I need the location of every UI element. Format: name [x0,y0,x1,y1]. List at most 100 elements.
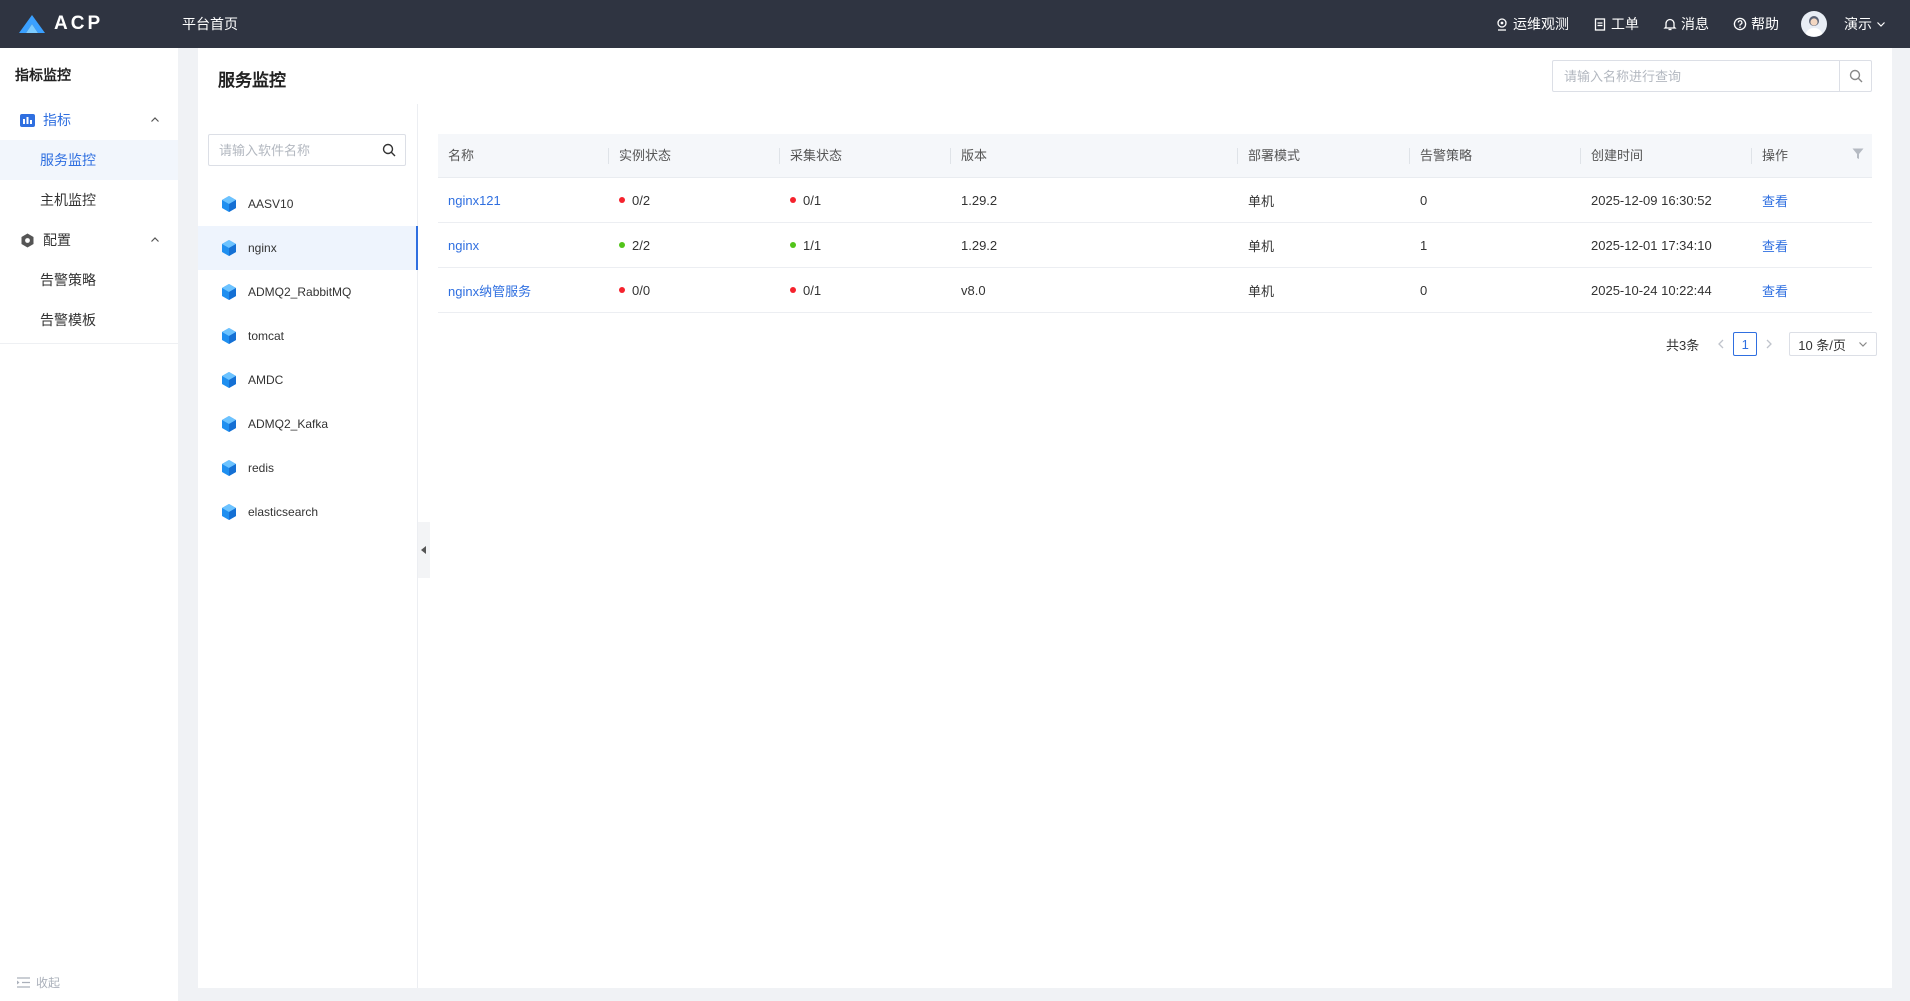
column-header-actions: 操作 [1752,134,1872,178]
column-header-created-time: 创建时间 [1581,134,1752,178]
page-title: 服务监控 [218,71,286,90]
sidebar-divider [0,343,178,344]
software-search-input[interactable] [209,142,373,158]
alert-policy-cell: 0 [1420,192,1428,208]
table-row: nginx121 0/2 0/1 1.29.2 单机 0 2025-12-09 … [438,178,1872,223]
alert-policy-cell: 1 [1420,237,1428,253]
user-menu[interactable]: 演示 [1844,14,1886,34]
deploy-mode-cell: 单机 [1248,193,1275,209]
page-size-label: 10 条/页 [1798,337,1846,353]
created-time-cell: 2025-12-01 17:34:10 [1591,237,1712,253]
sidebar-item-host-monitor[interactable]: 主机监控 [0,180,178,220]
logo[interactable]: ACP [18,13,148,35]
status-dot-red [790,287,796,293]
sidebar-item-service-monitor[interactable]: 服务监控 [0,140,178,180]
service-name-link[interactable]: nginx纳管服务 [448,281,531,300]
status-dot-red [619,197,625,203]
work-order-link[interactable]: 工单 [1593,14,1639,34]
messages-label: 消息 [1681,16,1709,32]
chevron-up-icon [151,117,159,122]
help-icon [1733,17,1747,31]
software-item-label: AMDC [248,373,284,387]
software-panel: AASV10 nginx ADMQ2_RabbitMQ tomcat AMDC … [198,104,418,988]
main-content: 服务监控 AASV10 nginx ADMQ2_RabbitMQ [198,48,1892,988]
page-number-button[interactable]: 1 [1733,332,1758,356]
avatar[interactable] [1801,11,1827,37]
next-page-button[interactable] [1763,337,1775,352]
service-name-link[interactable]: nginx [448,238,479,253]
chevron-left-icon [1718,339,1724,348]
cube-icon [222,372,236,388]
collapse-sidebar-button[interactable]: 收起 [17,974,60,991]
messages-link[interactable]: 消息 [1663,14,1709,34]
column-header-actions-label: 操作 [1762,147,1789,163]
user-avatar-icon [1805,16,1823,36]
name-search-button[interactable] [1839,61,1871,91]
user-name: 演示 [1844,16,1872,32]
filter-icon[interactable] [1852,148,1864,160]
cube-icon [222,196,236,212]
software-item-nginx[interactable]: nginx [198,226,418,270]
chevron-right-icon [1766,339,1773,348]
sidebar-item-alert-template[interactable]: 告警模板 [0,300,178,340]
help-label: 帮助 [1751,16,1779,32]
status-dot-green [619,242,625,248]
view-link[interactable]: 查看 [1762,236,1788,255]
collapse-label: 收起 [36,976,61,990]
software-list: AASV10 nginx ADMQ2_RabbitMQ tomcat AMDC … [198,182,418,534]
work-order-label: 工单 [1611,16,1639,32]
table-row: nginx 2/2 1/1 1.29.2 单机 1 2025-12-01 17:… [438,223,1872,268]
version-cell: 1.29.2 [961,237,998,253]
view-link[interactable]: 查看 [1762,281,1788,300]
pagination: 共3条 1 10 条/页 [1666,332,1878,356]
help-link[interactable]: 帮助 [1733,14,1779,34]
software-search-button[interactable] [373,143,405,157]
software-item-admq2-rabbitmq[interactable]: ADMQ2_RabbitMQ [198,270,418,314]
view-link[interactable]: 查看 [1762,191,1788,210]
logo-text: ACP [54,13,104,34]
cube-icon [222,416,236,432]
collect-status: 1/1 [803,237,822,253]
cube-icon [222,284,236,300]
name-search-box [1552,60,1872,92]
alert-policy-cell: 0 [1420,282,1428,298]
top-navigation-bar: ACP 平台首页 运维观测 工单 消息 帮助 演示 [0,0,1910,48]
search-icon [382,143,396,157]
software-search-box [208,134,406,166]
logo-mark-icon [19,15,45,33]
table-header: 名称 实例状态 采集状态 版本 部署模式 告警策略 创建时间 操作 [438,134,1872,178]
software-item-aasv10[interactable]: AASV10 [198,182,418,226]
prev-page-button[interactable] [1715,337,1727,352]
cube-icon [222,460,236,476]
software-item-amdc[interactable]: AMDC [198,358,418,402]
software-item-label: elasticsearch [248,505,319,519]
software-item-redis[interactable]: redis [198,446,418,490]
sidebar-group-config-label: 配置 [43,232,71,248]
sidebar-group-metrics[interactable]: 指标 [0,100,178,140]
chevron-down-icon [1877,22,1885,27]
sidebar-item-alert-policy[interactable]: 告警策略 [0,260,178,300]
cube-icon [222,328,236,344]
sidebar-group-config[interactable]: 配置 [0,220,178,260]
column-header-instance-status: 实例状态 [609,134,780,178]
version-cell: v8.0 [961,282,986,298]
status-dot-red [619,287,625,293]
collect-status: 0/1 [803,192,822,208]
software-item-admq2-kafka[interactable]: ADMQ2_Kafka [198,402,418,446]
name-search-input[interactable] [1553,61,1839,91]
service-name-link[interactable]: nginx121 [448,193,501,208]
panel-toggle-handle[interactable] [418,522,430,578]
clipboard-icon [1594,18,1606,31]
collect-status: 0/1 [803,282,822,298]
gear-icon [19,232,35,248]
column-header-alert-policy: 告警策略 [1410,134,1581,178]
sidebar-group-metrics-label: 指标 [43,112,71,128]
software-item-elasticsearch[interactable]: elasticsearch [198,490,418,534]
platform-home-link[interactable]: 平台首页 [182,14,238,34]
software-item-tomcat[interactable]: tomcat [198,314,418,358]
software-item-label: ADMQ2_Kafka [248,417,329,431]
ops-observe-link[interactable]: 运维观测 [1495,14,1569,34]
page-size-select[interactable]: 10 条/页 [1789,332,1878,356]
instance-status: 0/2 [632,192,651,208]
created-time-cell: 2025-12-09 16:30:52 [1591,192,1712,208]
